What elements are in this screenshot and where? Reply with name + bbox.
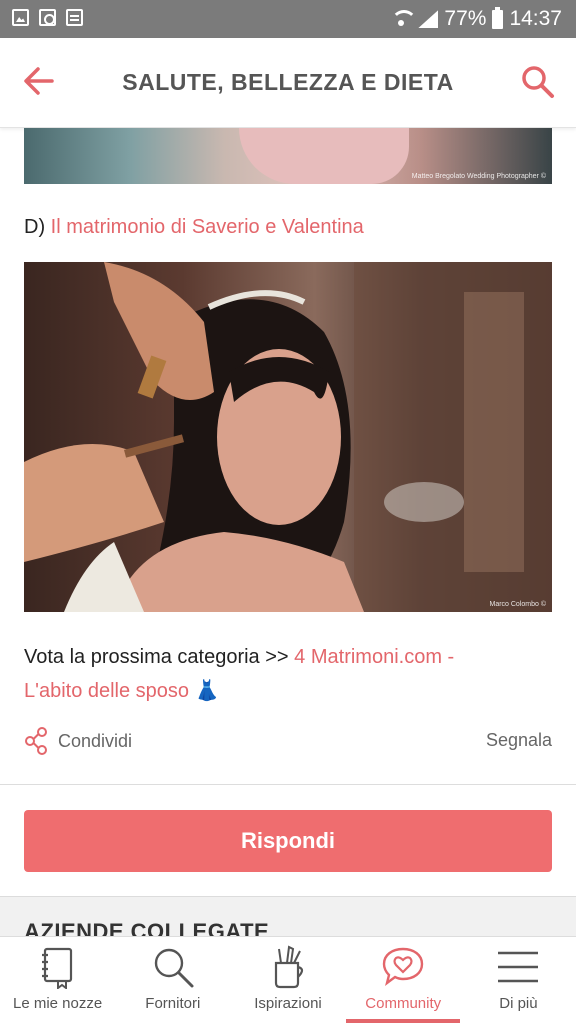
share-icon bbox=[25, 727, 47, 755]
report-button[interactable]: Segnala bbox=[486, 730, 552, 751]
arrow-left-icon bbox=[24, 67, 54, 95]
signal-icon bbox=[418, 10, 439, 28]
nav-item-community[interactable]: Community bbox=[346, 937, 461, 1024]
bride-makeup-illustration bbox=[24, 262, 552, 612]
nav-label: Fornitori bbox=[145, 995, 201, 1012]
option-link[interactable]: Il matrimonio di Saverio e Valentina bbox=[51, 216, 364, 238]
option-line: D) Il matrimonio di Saverio e Valentina bbox=[24, 210, 364, 244]
bottom-navigation: Le mie nozze Fornitori Ispirazioni Commu… bbox=[0, 936, 576, 1024]
post-actions: Condividi Segnala bbox=[24, 726, 552, 762]
nav-label: Ispirazioni bbox=[254, 995, 322, 1012]
post-photo-top: Matteo Bregolato Wedding Photographer © bbox=[24, 128, 552, 184]
photo-credit: Marco Colombo © bbox=[489, 601, 546, 608]
nav-item-fornitori[interactable]: Fornitori bbox=[115, 937, 230, 1024]
reply-button[interactable]: Rispondi bbox=[24, 810, 552, 872]
shopping-bag-icon bbox=[39, 9, 56, 26]
nav-label: Le mie nozze bbox=[12, 995, 103, 1012]
related-companies-section: AZIENDE COLLEGATE bbox=[0, 896, 576, 936]
brush-cup-icon bbox=[274, 945, 304, 989]
post-content: Matteo Bregolato Wedding Photographer © … bbox=[0, 128, 576, 936]
battery-percent: 77% bbox=[444, 7, 487, 30]
menu-icon bbox=[498, 951, 539, 983]
vote-link-continued[interactable]: L'abito delle sposo 👗 bbox=[24, 680, 220, 702]
section-title: AZIENDE COLLEGATE bbox=[24, 919, 270, 936]
search-icon bbox=[154, 948, 194, 988]
active-tab-indicator bbox=[346, 1019, 460, 1023]
search-button[interactable] bbox=[520, 64, 556, 100]
vote-line-1: Vota la prossima categoria >> 4 Matrimon… bbox=[24, 640, 454, 674]
page-title: SALUTE, BELLEZZA E DIETA bbox=[122, 69, 454, 95]
vote-text: Vota la prossima categoria >> bbox=[24, 646, 289, 668]
wifi-icon bbox=[390, 10, 418, 28]
clock: 14:37 bbox=[509, 7, 562, 30]
status-bar: 77% 14:37 bbox=[0, 0, 576, 38]
status-right: 77% 14:37 bbox=[390, 6, 562, 31]
share-button[interactable]: Condividi bbox=[24, 726, 132, 756]
status-left-icons bbox=[12, 9, 83, 26]
nav-item-di-piu[interactable]: Di più bbox=[461, 937, 576, 1024]
vote-line-2: L'abito delle sposo 👗 bbox=[24, 674, 220, 708]
nav-label: Community bbox=[365, 995, 442, 1012]
nav-item-le-mie-nozze[interactable]: Le mie nozze bbox=[0, 937, 115, 1024]
heart-chat-icon bbox=[383, 947, 424, 986]
nav-label: Di più bbox=[499, 995, 538, 1012]
notebook-icon bbox=[41, 947, 72, 989]
divider bbox=[0, 784, 576, 785]
vote-link[interactable]: 4 Matrimoni.com - bbox=[294, 646, 454, 668]
search-icon bbox=[522, 66, 554, 98]
photo-credit: Matteo Bregolato Wedding Photographer © bbox=[411, 173, 546, 180]
battery-icon bbox=[492, 6, 504, 29]
option-prefix: D) bbox=[24, 216, 46, 238]
share-label: Condividi bbox=[58, 730, 133, 751]
calendar-icon bbox=[66, 9, 83, 26]
photo-subject bbox=[239, 128, 409, 184]
post-photo-bride: Marco Colombo © bbox=[24, 262, 552, 612]
nav-item-ispirazioni[interactable]: Ispirazioni bbox=[230, 937, 345, 1024]
image-icon bbox=[12, 9, 29, 26]
back-button[interactable] bbox=[22, 64, 56, 98]
top-app-bar: SALUTE, BELLEZZA E DIETA bbox=[0, 38, 576, 128]
